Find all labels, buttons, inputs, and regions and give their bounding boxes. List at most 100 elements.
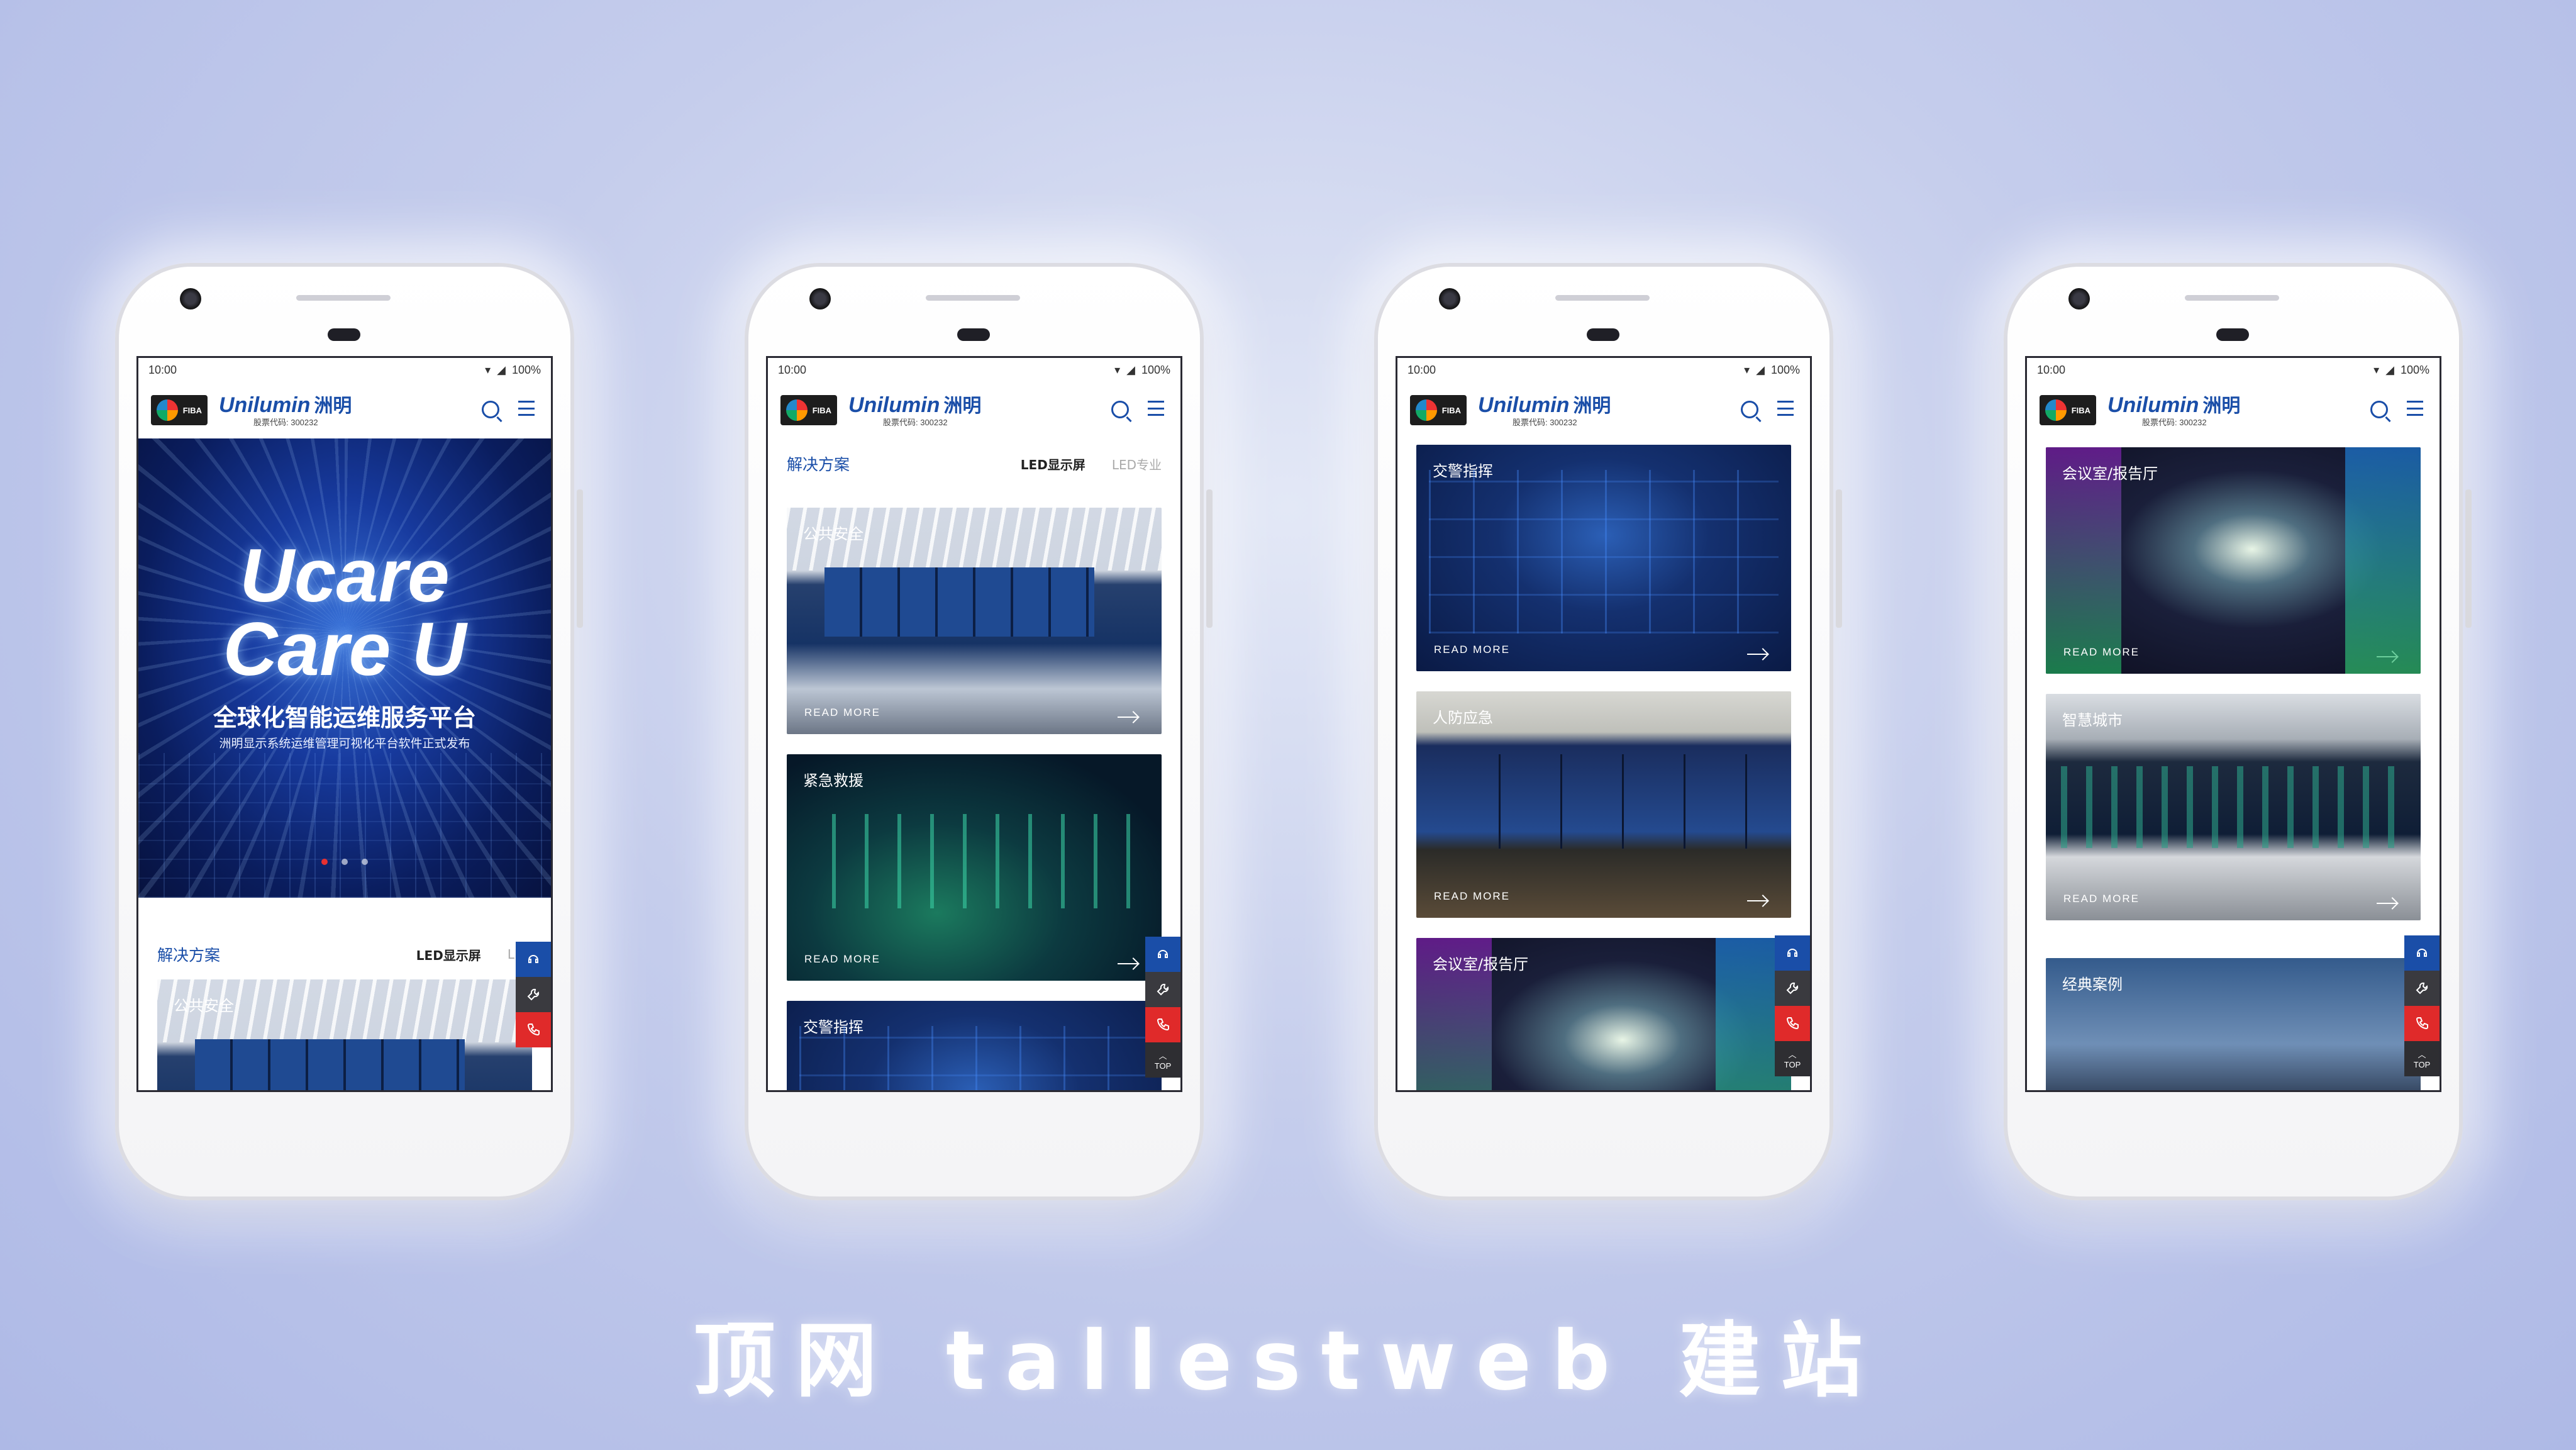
site-header: FIBA Unilumin 洲明 股票代码: 300232 bbox=[2027, 382, 2440, 438]
hero-title-line1: Ucare bbox=[240, 533, 450, 618]
earpiece-speaker bbox=[2185, 295, 2279, 301]
wifi-icon: ▾ bbox=[1114, 363, 1121, 376]
tab-led-professional[interactable]: LED专业 bbox=[1112, 455, 1162, 473]
battery-level: 100% bbox=[1141, 363, 1170, 376]
read-more-link[interactable]: READ MORE bbox=[1434, 644, 1510, 656]
section-title: 解决方案 bbox=[787, 455, 850, 474]
read-more-link[interactable]: READ MORE bbox=[2063, 893, 2140, 905]
phone-frame-3: 10:00 ▾ ◢ 100% FIBA Unilumin 洲明 股票代码: 30023… bbox=[1374, 263, 1842, 1200]
menu-icon[interactable] bbox=[2407, 401, 2423, 416]
card-public-security[interactable]: 公共安全 bbox=[157, 979, 532, 1090]
phone-screen-4: 10:00 ▾ ◢ 100% FIBA Unilumin 洲明 股票代码: 30023… bbox=[2025, 356, 2441, 1092]
hero-banner[interactable]: Ucare Care U 全球化智能运维服务平台 洲明显示系统运维管理可视化平台… bbox=[138, 438, 551, 898]
signal-icon: ◢ bbox=[1756, 363, 1765, 376]
wrench-icon[interactable] bbox=[2404, 971, 2440, 1006]
tab-led-display[interactable]: LED显示屏 bbox=[416, 945, 481, 964]
phone-icon[interactable] bbox=[2404, 1006, 2440, 1041]
stock-code: 股票代码: 300232 bbox=[253, 417, 318, 427]
card-label: 会议室/报告厅 bbox=[1433, 956, 1529, 973]
wrench-icon[interactable] bbox=[516, 977, 551, 1012]
status-bar: 10:00 ▾ ◢ 100% bbox=[138, 358, 551, 382]
arrow-right-icon[interactable] bbox=[1118, 963, 1138, 964]
arrow-right-icon[interactable] bbox=[1747, 900, 1767, 901]
card-conference-hall[interactable]: 会议室/报告厅 READ MORE bbox=[2046, 447, 2421, 674]
brand-logo[interactable]: Unilumin 洲明 股票代码: 300232 bbox=[1478, 394, 1611, 427]
read-more-link[interactable]: READ MORE bbox=[804, 953, 880, 966]
site-header: FIBA Unilumin 洲明 股票代码: 300232 bbox=[138, 382, 551, 438]
card-emergency-rescue[interactable]: 紧急救援 READ MORE bbox=[787, 754, 1162, 981]
arrow-right-icon[interactable] bbox=[2377, 903, 2397, 904]
brand-logo[interactable]: Unilumin 洲明 股票代码: 300232 bbox=[848, 394, 981, 427]
search-icon[interactable] bbox=[2370, 401, 2388, 418]
phone-icon[interactable] bbox=[1775, 1006, 1810, 1041]
card-traffic-command[interactable]: 交警指挥 READ MORE bbox=[1416, 445, 1791, 671]
signal-icon: ◢ bbox=[1126, 363, 1135, 376]
arrow-right-icon[interactable] bbox=[2377, 656, 2397, 657]
phone-icon[interactable] bbox=[1145, 1007, 1180, 1042]
read-more-link[interactable]: READ MORE bbox=[2063, 646, 2140, 659]
floating-sidebar bbox=[516, 942, 551, 1047]
card-label: 人防应急 bbox=[1433, 709, 1493, 727]
earpiece-speaker bbox=[1555, 295, 1650, 301]
sensor bbox=[328, 328, 360, 341]
card-label: 智慧城市 bbox=[2062, 711, 2123, 729]
stock-code: 股票代码: 300232 bbox=[883, 417, 948, 427]
sensor bbox=[1587, 328, 1619, 341]
card-conference-hall[interactable]: 会议室/报告厅 bbox=[1416, 938, 1791, 1090]
phone-screen-2: 10:00 ▾ ◢ 100% FIBA Unilumin 洲明 股票代码: 30023… bbox=[766, 356, 1182, 1092]
read-more-link[interactable]: READ MORE bbox=[804, 706, 880, 719]
status-time: 10:00 bbox=[2037, 363, 2066, 376]
status-time: 10:00 bbox=[1407, 363, 1436, 376]
basketball-icon bbox=[156, 399, 178, 421]
section-title: 解决方案 bbox=[157, 946, 221, 964]
battery-level: 100% bbox=[511, 363, 541, 376]
tab-led-display[interactable]: LED显示屏 bbox=[1021, 455, 1085, 473]
wrench-icon[interactable] bbox=[1145, 972, 1180, 1007]
wifi-icon: ▾ bbox=[2373, 363, 2380, 376]
search-icon[interactable] bbox=[482, 401, 499, 418]
back-to-top-button[interactable]: ︿ TOP bbox=[1145, 1042, 1180, 1078]
phone-icon[interactable] bbox=[516, 1012, 551, 1047]
headset-icon[interactable] bbox=[1145, 937, 1180, 972]
card-classic-cases[interactable]: 经典案例 bbox=[2046, 958, 2421, 1090]
up-arrow-icon: ︿ bbox=[1158, 1051, 1167, 1061]
brand-logo[interactable]: Unilumin 洲明 股票代码: 300232 bbox=[219, 394, 352, 427]
basketball-icon bbox=[1415, 399, 1437, 421]
back-to-top-button[interactable]: ︿ TOP bbox=[1775, 1041, 1810, 1076]
fiba-logo[interactable]: FIBA bbox=[151, 395, 208, 425]
menu-icon[interactable] bbox=[1777, 401, 1794, 416]
menu-icon[interactable] bbox=[518, 401, 535, 416]
search-icon[interactable] bbox=[1111, 401, 1129, 418]
carousel-dot[interactable] bbox=[341, 859, 348, 865]
arrow-right-icon[interactable] bbox=[1118, 717, 1138, 718]
card-civil-defense[interactable]: 人防应急 READ MORE bbox=[1416, 691, 1791, 918]
headset-icon[interactable] bbox=[2404, 935, 2440, 971]
card-public-security[interactable]: 公共安全 READ MORE bbox=[787, 508, 1162, 734]
floating-sidebar: ︿ TOP bbox=[2404, 935, 2440, 1076]
floating-sidebar: ︿ TOP bbox=[1775, 935, 1810, 1076]
card-smart-city[interactable]: 智慧城市 READ MORE bbox=[2046, 694, 2421, 920]
fiba-logo[interactable]: FIBA bbox=[1410, 395, 1467, 425]
headset-icon[interactable] bbox=[516, 942, 551, 977]
footer-caption: 顶网 tallestweb 建站 bbox=[693, 1313, 1883, 1408]
wrench-icon[interactable] bbox=[1775, 971, 1810, 1006]
brand-logo[interactable]: Unilumin 洲明 股票代码: 300232 bbox=[2107, 394, 2240, 427]
fiba-logo[interactable]: FIBA bbox=[780, 395, 837, 425]
arrow-right-icon[interactable] bbox=[1747, 654, 1767, 655]
card-traffic-command[interactable]: 交警指挥 bbox=[787, 1001, 1162, 1090]
fiba-logo[interactable]: FIBA bbox=[2040, 395, 2096, 425]
hero-headline: 全球化智能运维服务平台 bbox=[213, 704, 476, 732]
battery-level: 100% bbox=[1770, 363, 1800, 376]
signal-icon: ◢ bbox=[2385, 363, 2394, 376]
card-label: 紧急救援 bbox=[803, 772, 863, 789]
read-more-link[interactable]: READ MORE bbox=[1434, 890, 1510, 903]
search-icon[interactable] bbox=[1741, 401, 1758, 418]
wifi-icon: ▾ bbox=[1744, 363, 1750, 376]
carousel-dots bbox=[138, 859, 551, 865]
back-to-top-button[interactable]: ︿ TOP bbox=[2404, 1041, 2440, 1076]
carousel-dot[interactable] bbox=[321, 859, 328, 865]
menu-icon[interactable] bbox=[1148, 401, 1164, 416]
headset-icon[interactable] bbox=[1775, 935, 1810, 971]
status-bar: 10:00 ▾ ◢ 100% bbox=[1397, 358, 1810, 382]
carousel-dot[interactable] bbox=[362, 859, 368, 865]
